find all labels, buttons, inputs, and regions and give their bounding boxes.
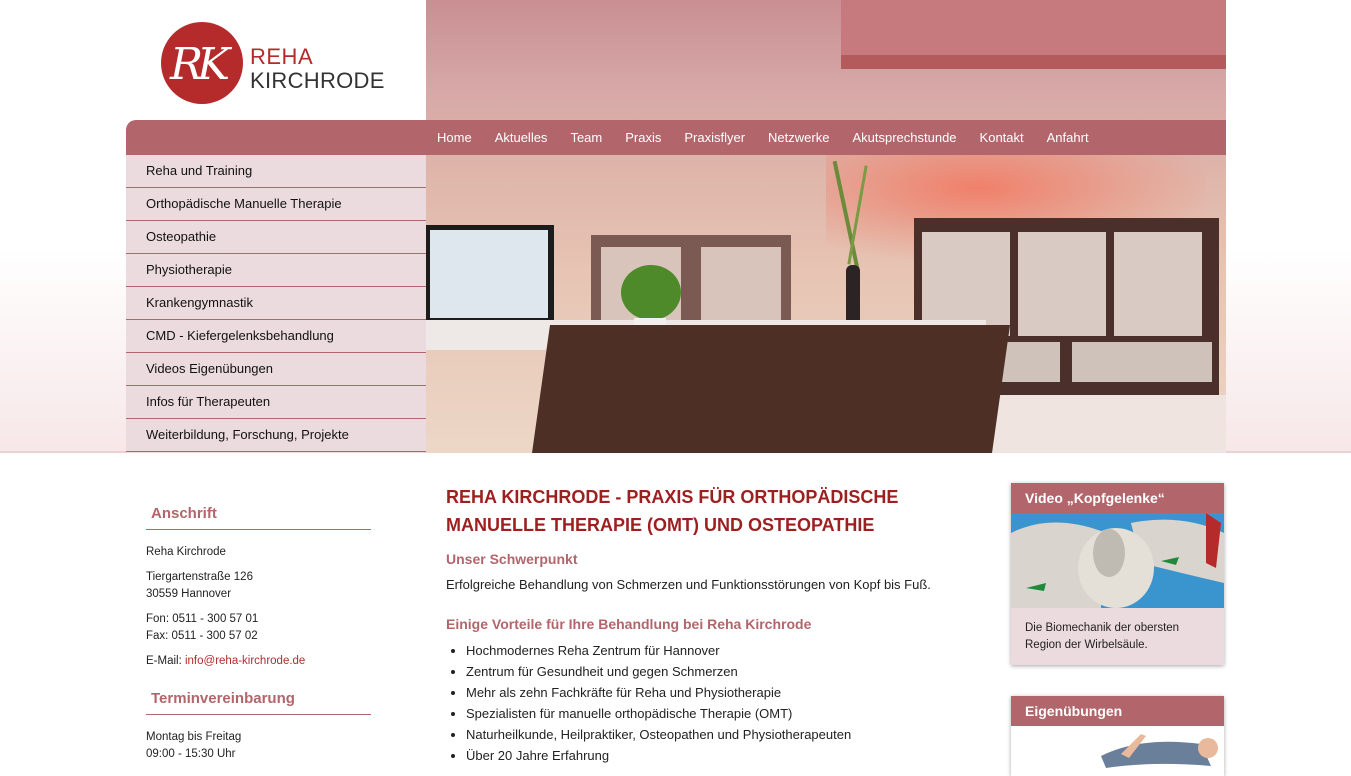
address-street: Tiergartenstraße 126 [146,571,253,583]
logo-line2: KIRCHRODE [250,68,385,93]
nav-home[interactable]: Home [426,120,483,155]
address-email-row: E-Mail: info@reha-kirchrode.de [146,653,371,670]
hero-photo-reception [426,0,1226,453]
main-content: Reha Kirchrode - Praxis für orthopädisch… [446,483,991,766]
hero-floor [986,395,1226,453]
list-item: Über 20 Jahre Erfahrung [466,745,991,766]
focus-text: Erfolgreiche Behandlung von Schmerzen un… [446,577,931,592]
menu-item-reha-training[interactable]: Reha und Training [126,155,426,188]
email-label: E-Mail: [146,655,185,667]
list-item: Zentrum für Gesundheit und gegen Schmerz… [466,661,991,682]
address-name: Reha Kirchrode [146,546,226,558]
hero-ceiling-band [841,55,1226,69]
contact-sidebar: Anschrift Reha Kirchrode Tiergartenstraß… [146,505,371,763]
address-heading: Anschrift [146,505,371,530]
menu-item-cmd[interactable]: CMD - Kiefergelenksbehandlung [126,320,426,353]
video-thumbnail[interactable] [1011,513,1224,608]
video-box[interactable]: Video „Kopfgelenke“ Die Biomechanik der … [1011,483,1224,665]
hero-desk [532,325,1010,453]
page-title: Reha Kirchrode - Praxis für orthopädisch… [446,487,899,535]
nav-kontakt[interactable]: Kontakt [968,120,1035,155]
site-logo[interactable]: RK REHA KIRCHRODE [158,16,384,106]
hero-monitor [426,225,554,325]
video-box-text: Die Biomechanik der obersten Region der … [1025,622,1180,651]
menu-item-osteopathie[interactable]: Osteopathie [126,221,426,254]
advantages-heading: Einige Vorteile für Ihre Behandlung bei … [446,616,812,632]
appointment-heading: Terminvereinbarung [146,690,371,715]
focus-heading: Unser Schwerpunkt [446,551,578,567]
logo-monogram: RK [170,39,230,90]
advantages-list: Hochmodernes Reha Zentrum für Hannover Z… [446,640,991,766]
nav-praxisflyer[interactable]: Praxisflyer [673,120,757,155]
menu-item-therapeuten[interactable]: Infos für Therapeuten [126,386,426,419]
email-link[interactable]: info@reha-kirchrode.de [185,655,305,667]
appointment-hours: 09:00 - 15:30 Uhr [146,748,236,760]
menu-item-videos[interactable]: Videos Eigenübungen [126,353,426,386]
list-item: Hochmodernes Reha Zentrum für Hannover [466,640,991,661]
video-box-title[interactable]: Video „Kopfgelenke“ [1011,483,1224,513]
exercise-box[interactable]: Eigenübungen [1011,696,1224,776]
nav-akutsprechstunde[interactable]: Akutsprechstunde [841,120,968,155]
video-thumbnail-graphic [1011,513,1224,608]
nav-aktuelles[interactable]: Aktuelles [483,120,559,155]
logo-line1: REHA [250,44,314,69]
hero-ceiling [841,0,1226,60]
menu-item-omt[interactable]: Orthopädische Manuelle Therapie [126,188,426,221]
menu-item-weiterbildung[interactable]: Weiterbildung, Forschung, Projekte [126,419,426,452]
address-phone: Fon: 0511 - 300 57 01 [146,613,259,625]
nav-team[interactable]: Team [559,120,614,155]
exercise-thumbnail-graphic [1011,726,1224,776]
exercise-thumbnail[interactable] [1011,726,1224,776]
nav-anfahrt[interactable]: Anfahrt [1035,120,1100,155]
address-fax: Fax: 0511 - 300 57 02 [146,630,258,642]
menu-item-krankengymnastik[interactable]: Krankengymnastik [126,287,426,320]
exercise-box-title[interactable]: Eigenübungen [1011,696,1224,726]
appointment-days: Montag bis Freitag [146,731,242,743]
hero-plant [621,265,681,320]
nav-praxis[interactable]: Praxis [614,120,673,155]
main-navigation: Home Aktuelles Team Praxis Praxisflyer N… [126,120,1226,155]
service-menu: Reha und Training Orthopädische Manuelle… [126,155,426,453]
address-city: 30559 Hannover [146,588,232,600]
list-item: Spezialisten für manuelle orthopädische … [466,703,991,724]
nav-netzwerke[interactable]: Netzwerke [757,120,841,155]
list-item: Mehr als zehn Fachkräfte für Reha und Ph… [466,682,991,703]
list-item: Naturheilkunde, Heilpraktiker, Osteopath… [466,724,991,745]
menu-item-physiotherapie[interactable]: Physiotherapie [126,254,426,287]
